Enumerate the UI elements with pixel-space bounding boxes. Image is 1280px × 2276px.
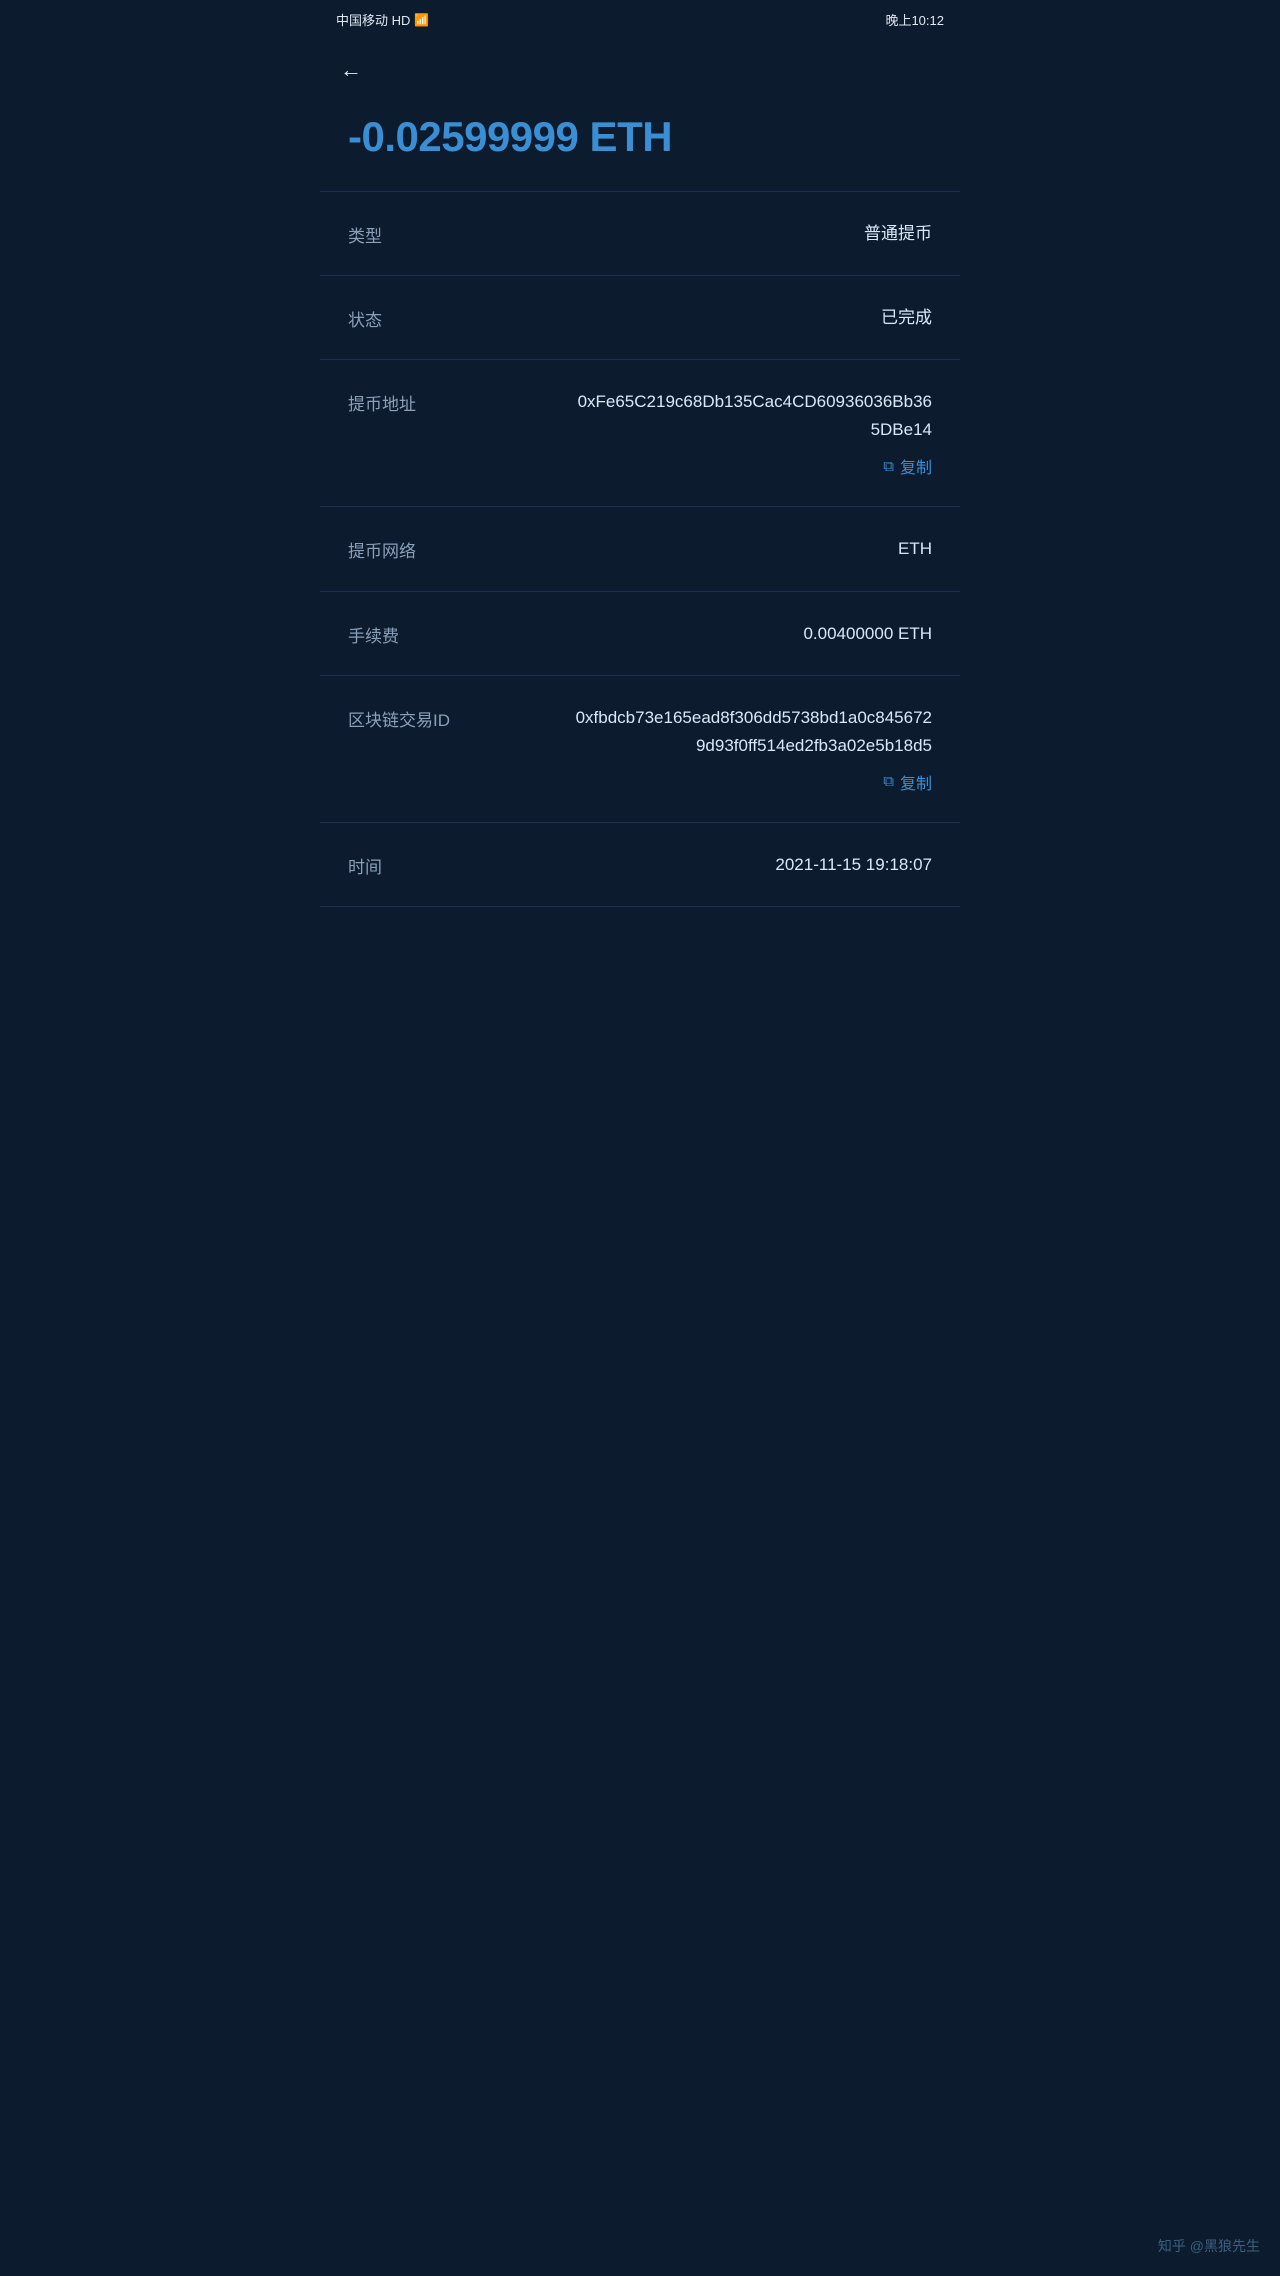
row-label-4: 手续费 [348, 620, 399, 647]
detail-row-0: 类型 普通提币 [320, 192, 960, 276]
status-bar-left: 中国移动 HD 📶 [336, 10, 429, 29]
row-label-5: 区块链交易ID [348, 704, 450, 731]
copy-button-2[interactable]: ⧉ 复制 [348, 450, 932, 478]
row-value-5: 0xfbdcb73e165ead8f306dd5738bd1a0c8456729… [570, 704, 932, 760]
status-bar: 中国移动 HD 📶 晚上10:12 [320, 0, 960, 37]
detail-row-2: 提币地址 0xFe65C219c68Db135Cac4CD60936036Bb3… [320, 360, 960, 507]
address-top-5: 区块链交易ID 0xfbdcb73e165ead8f306dd5738bd1a0… [348, 704, 932, 760]
row-label-1: 状态 [348, 304, 382, 331]
status-bar-time: 晚上10:12 [885, 10, 944, 29]
detail-rows-container: 类型 普通提币 状态 已完成 提币地址 0xFe65C219c68Db135Ca… [320, 192, 960, 907]
copy-label-2: 复制 [900, 454, 932, 478]
detail-row-1: 状态 已完成 [320, 276, 960, 360]
carrier-text: 中国移动 HD [336, 10, 410, 29]
back-button[interactable]: ← [320, 37, 960, 93]
row-value-0: 普通提币 [864, 220, 932, 247]
row-value-4: 0.00400000 ETH [803, 620, 932, 647]
copy-icon-5: ⧉ [883, 773, 894, 790]
row-value-2: 0xFe65C219c68Db135Cac4CD60936036Bb365DBe… [570, 388, 932, 444]
copy-button-5[interactable]: ⧉ 复制 [348, 766, 932, 794]
watermark: 知乎 @黑狼先生 [1158, 2236, 1260, 2256]
row-label-0: 类型 [348, 220, 382, 247]
detail-row-6: 时间 2021-11-15 19:18:07 [320, 823, 960, 907]
row-value-1: 已完成 [881, 304, 932, 331]
row-value-6: 2021-11-15 19:18:07 [775, 851, 932, 878]
detail-row-5: 区块链交易ID 0xfbdcb73e165ead8f306dd5738bd1a0… [320, 676, 960, 823]
detail-row-4: 手续费 0.00400000 ETH [320, 592, 960, 676]
address-top-2: 提币地址 0xFe65C219c68Db135Cac4CD60936036Bb3… [348, 388, 932, 444]
row-label-2: 提币地址 [348, 388, 416, 415]
signal-icons: 📶 [414, 13, 429, 27]
back-arrow-icon: ← [340, 57, 362, 82]
page-content: ← -0.02599999 ETH 类型 普通提币 状态 已完成 提币地址 0x… [320, 37, 960, 967]
detail-row-3: 提币网络 ETH [320, 507, 960, 591]
copy-icon-2: ⧉ [883, 458, 894, 475]
amount-value: -0.02599999 ETH [348, 113, 932, 161]
amount-section: -0.02599999 ETH [320, 93, 960, 192]
copy-label-5: 复制 [900, 770, 932, 794]
row-label-3: 提币网络 [348, 535, 416, 562]
row-value-3: ETH [898, 535, 932, 562]
row-label-6: 时间 [348, 851, 382, 878]
